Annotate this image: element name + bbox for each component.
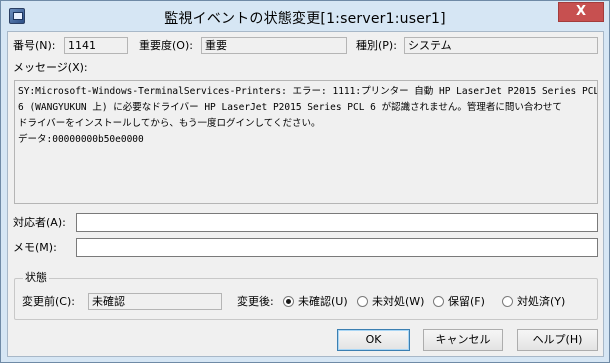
radio-label: 未確認(U) bbox=[298, 295, 348, 308]
message-label: メッセージ(X): bbox=[13, 61, 88, 74]
close-button[interactable]: X bbox=[558, 2, 604, 22]
importance-label: 重要度(O): bbox=[139, 39, 193, 52]
number-label: 番号(N): bbox=[13, 39, 56, 52]
ok-button[interactable]: OK bbox=[337, 329, 410, 351]
dialog-window: 監視イベントの状態変更[1:server1:user1] X 番号(N): 11… bbox=[0, 0, 610, 363]
status-before-label: 変更前(C): bbox=[22, 295, 75, 308]
assignee-label: 対応者(A): bbox=[13, 216, 66, 229]
message-line: データ:00000000b50e0000 bbox=[18, 134, 144, 145]
status-after-label: 変更後: bbox=[237, 295, 274, 308]
status-group: 状態 変更前(C): 未確認 変更後: 未確認(U) 未対処(W) 保留(F) … bbox=[14, 271, 598, 320]
window-title: 監視イベントの状態変更[1:server1:user1] bbox=[164, 11, 446, 27]
help-button[interactable]: ヘルプ(H) bbox=[517, 329, 598, 351]
radio-label: 未対処(W) bbox=[372, 295, 425, 308]
radio-dot-selected[interactable] bbox=[283, 296, 294, 307]
radio-pending[interactable]: 保留(F) bbox=[433, 295, 485, 309]
radio-dot[interactable] bbox=[357, 296, 368, 307]
assignee-input[interactable] bbox=[76, 213, 598, 232]
radio-label: 保留(F) bbox=[448, 295, 485, 308]
radio-dot[interactable] bbox=[502, 296, 513, 307]
message-line: ドライバーをインストールしてから、もう一度ログインしてください。 bbox=[18, 118, 321, 129]
status-before-field: 未確認 bbox=[88, 293, 222, 310]
message-text-area[interactable]: SY:Microsoft-Windows-TerminalServices-Pr… bbox=[14, 80, 598, 204]
radio-unconfirmed[interactable]: 未確認(U) bbox=[283, 295, 348, 309]
status-group-title: 状態 bbox=[23, 271, 49, 285]
radio-label: 対処済(Y) bbox=[517, 295, 566, 308]
memo-label: メモ(M): bbox=[13, 241, 57, 254]
radio-unhandled[interactable]: 未対処(W) bbox=[357, 295, 424, 309]
radio-dot[interactable] bbox=[433, 296, 444, 307]
radio-resolved[interactable]: 対処済(Y) bbox=[502, 295, 565, 309]
number-field: 1141 bbox=[64, 37, 128, 54]
message-line: SY:Microsoft-Windows-TerminalServices-Pr… bbox=[18, 86, 598, 97]
memo-input[interactable] bbox=[76, 238, 598, 257]
message-line: 6 (WANGYUKUN 上) に必要なドライバー HP LaserJet P2… bbox=[18, 102, 562, 113]
cancel-button[interactable]: キャンセル bbox=[423, 329, 503, 351]
dialog-body: 番号(N): 1141 重要度(O): 重要 種別(P): システム メッセージ… bbox=[7, 31, 604, 357]
type-label: 種別(P): bbox=[356, 39, 397, 52]
importance-field: 重要 bbox=[201, 37, 347, 54]
title-bar[interactable]: 監視イベントの状態変更[1:server1:user1] X bbox=[1, 1, 609, 31]
type-field: システム bbox=[404, 37, 598, 54]
